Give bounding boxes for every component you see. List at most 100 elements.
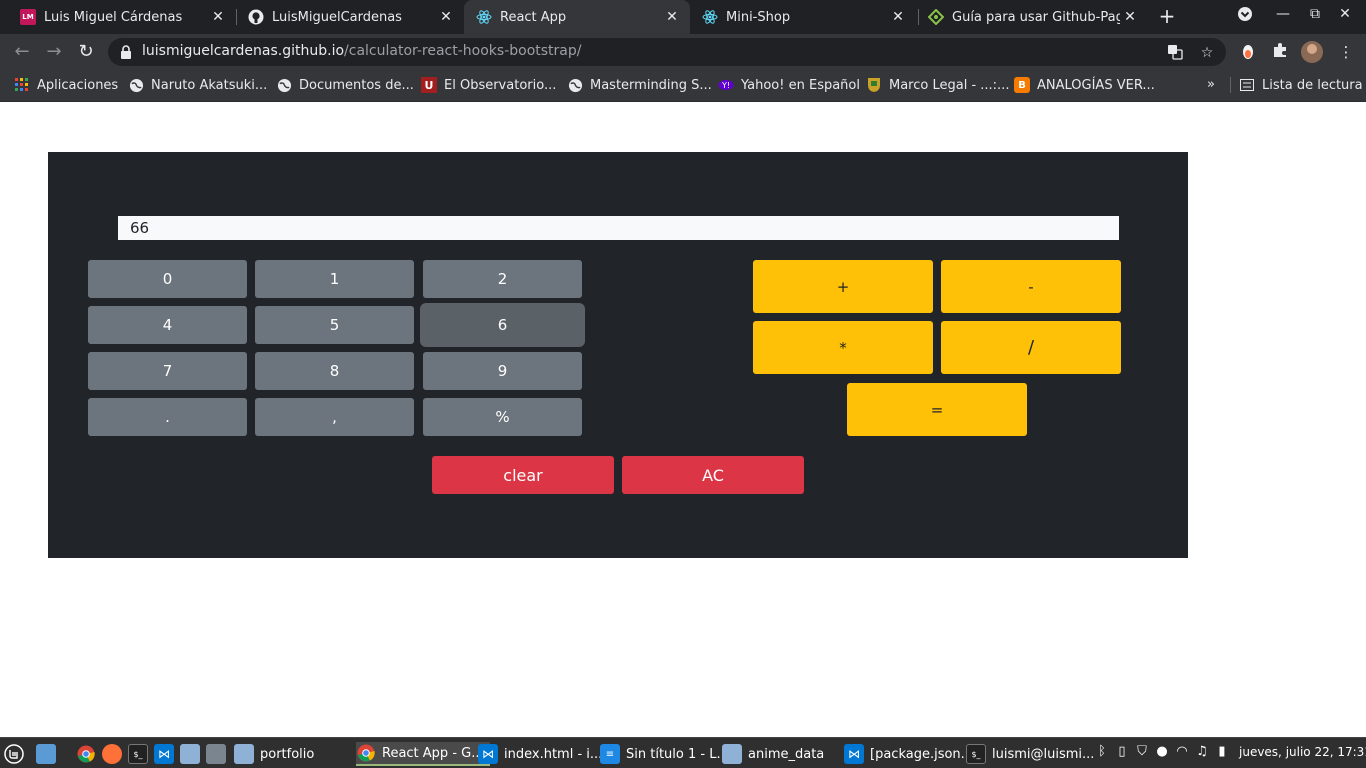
tab-mini-shop[interactable]: Mini-Shop ✕ [690, 0, 916, 34]
notes-icon[interactable]: ▯ [1114, 744, 1130, 759]
all-clear-button[interactable]: AC [622, 456, 804, 494]
address-bar[interactable]: luismiguelcardenas.github.io/calculator-… [108, 38, 1226, 66]
tab-github-pages-guide[interactable]: Guía para usar Github-Pages ✕ [918, 0, 1148, 34]
menu-kebab-icon[interactable]: ⋮ [1336, 42, 1356, 62]
back-button[interactable]: ← [10, 40, 34, 64]
music-icon[interactable]: ♫ [1194, 744, 1210, 759]
bookmark-label: Masterminding S... [590, 77, 712, 93]
tab-github-profile[interactable]: LuisMiguelCardenas ✕ [228, 0, 464, 34]
puzzle-extensions-icon[interactable] [1270, 42, 1290, 62]
extension-icon[interactable] [1238, 42, 1258, 62]
battery-icon[interactable]: ▮ [1214, 744, 1230, 759]
translate-icon[interactable] [1166, 44, 1184, 62]
close-window-icon[interactable]: ✕ [1335, 6, 1355, 22]
clear-button[interactable]: clear [432, 456, 614, 494]
overflow-label: » [1207, 77, 1215, 92]
u-logo-icon: U [421, 77, 437, 93]
key-0[interactable]: 0 [88, 260, 247, 298]
launcher-vscode[interactable]: ⋈ [154, 742, 180, 766]
launcher-display[interactable] [206, 742, 232, 766]
key-1[interactable]: 1 [255, 260, 414, 298]
key-period[interactable]: . [88, 398, 247, 436]
key-plus[interactable]: + [753, 260, 933, 313]
launcher-firefox[interactable] [102, 742, 128, 766]
taskbar-window-terminal[interactable]: $_ luismi@luismi... [966, 742, 1094, 766]
key-divide[interactable]: / [941, 321, 1121, 374]
key-percent[interactable]: % [423, 398, 582, 436]
tab-title: Guía para usar Github-Pages [952, 9, 1120, 25]
launcher-files[interactable] [180, 742, 206, 766]
monitor-icon [206, 744, 226, 764]
bookmark-label: Marco Legal - ...:... [889, 77, 1010, 93]
launcher-chrome[interactable] [76, 742, 102, 766]
globe-icon [276, 77, 292, 93]
forward-button[interactable]: → [42, 40, 66, 64]
taskbar-window-index-html[interactable]: ⋈ index.html - i... [478, 742, 602, 766]
taskbar-window-sin-titulo[interactable]: ≡ Sin título 1 - L... [600, 742, 729, 766]
key-comma[interactable]: , [255, 398, 414, 436]
bookmark-documentos[interactable]: Documentos de... [276, 77, 414, 93]
reading-list-icon [1239, 77, 1255, 93]
minimize-icon[interactable]: — [1273, 6, 1293, 22]
taskbar-window-label: portfolio [260, 746, 315, 762]
bookmark-yahoo[interactable]: Y! Yahoo! en Español [718, 77, 860, 93]
bluetooth-icon[interactable]: ᛒ [1094, 744, 1110, 759]
bookmark-naruto-akatsuki[interactable]: Naruto Akatsuki... [128, 77, 267, 93]
reload-button[interactable]: ↻ [74, 40, 98, 64]
browser-tab-strip: LM Luis Miguel Cárdenas ✕ LuisMiguelCard… [0, 0, 1366, 34]
key-8[interactable]: 8 [255, 352, 414, 390]
bookmark-label: Naruto Akatsuki... [151, 77, 268, 93]
taskbar-window-package-json[interactable]: ⋈ [package.json... [844, 742, 973, 766]
key-equals[interactable]: = [847, 383, 1027, 436]
key-multiply[interactable]: * [753, 321, 933, 374]
bookmark-masterminding[interactable]: Masterminding S... [567, 77, 712, 93]
key-4[interactable]: 4 [88, 306, 247, 344]
key-6[interactable]: 6 [423, 306, 582, 344]
chrome-icon [356, 743, 376, 763]
tab-react-app[interactable]: React App ✕ [464, 0, 690, 34]
url-path: /calculator-react-hooks-bootstrap/ [344, 43, 582, 59]
bookmark-star-icon[interactable]: ☆ [1198, 44, 1216, 62]
calculator-display[interactable]: 66 [118, 216, 1119, 240]
wifi-icon[interactable]: ◠ [1174, 744, 1190, 759]
bookmark-label: Documentos de... [299, 77, 414, 93]
key-7[interactable]: 7 [88, 352, 247, 390]
key-2[interactable]: 2 [423, 260, 582, 298]
show-desktop-button[interactable] [36, 742, 62, 766]
taskbar-window-label: Sin título 1 - L... [626, 746, 729, 762]
close-icon[interactable]: ✕ [436, 9, 456, 25]
profile-avatar[interactable] [1301, 41, 1323, 63]
bookmark-analogias[interactable]: B ANALOGÍAS VER... [1014, 77, 1155, 93]
chrome-icon [76, 744, 96, 764]
key-9[interactable]: 9 [423, 352, 582, 390]
bookmark-marco-legal[interactable]: Marco Legal - ...:... [866, 77, 1009, 93]
launcher-terminal[interactable]: $_ [128, 742, 154, 766]
taskbar-window-anime-data[interactable]: anime_data [722, 742, 824, 766]
reading-list-button[interactable]: Lista de lectura [1230, 77, 1363, 93]
taskbar-window-portfolio[interactable]: portfolio [234, 742, 314, 766]
bookmark-aplicaciones[interactable]: Aplicaciones [14, 77, 118, 93]
terminal-icon: $_ [128, 744, 148, 764]
mint-menu-button[interactable] [4, 742, 30, 766]
tab-title: Mini-Shop [726, 9, 791, 25]
close-icon[interactable]: ✕ [662, 9, 682, 25]
key-5[interactable]: 5 [255, 306, 414, 344]
tab-title: Luis Miguel Cárdenas [44, 9, 183, 25]
new-tab-button[interactable]: + [1156, 5, 1178, 29]
tab-luis-miguel-cardenas[interactable]: LM Luis Miguel Cárdenas ✕ [0, 0, 236, 34]
close-icon[interactable]: ✕ [888, 9, 908, 25]
tab-search-icon[interactable] [1235, 6, 1255, 26]
bookmarks-overflow-chevron[interactable]: » [1207, 77, 1215, 92]
taskbar-clock[interactable]: jueves, julio 22, 17:31 [1239, 745, 1366, 759]
restore-icon[interactable]: ⧉ [1305, 6, 1325, 22]
bookmark-label: Yahoo! en Español [741, 77, 860, 93]
user-icon[interactable]: ● [1154, 744, 1170, 759]
bookmark-el-observatorio[interactable]: U El Observatorio... [421, 77, 556, 93]
close-icon[interactable]: ✕ [208, 9, 228, 25]
key-minus[interactable]: - [941, 260, 1121, 313]
taskbar-window-react-app[interactable]: React App - G... [356, 742, 490, 766]
shield-icon[interactable]: ⛉ [1134, 744, 1150, 759]
calculator-panel: 66 0 1 2 4 5 6 7 8 9 . , % + - * / = cle… [48, 152, 1188, 558]
close-icon[interactable]: ✕ [1120, 9, 1140, 25]
lock-icon[interactable] [119, 44, 133, 60]
